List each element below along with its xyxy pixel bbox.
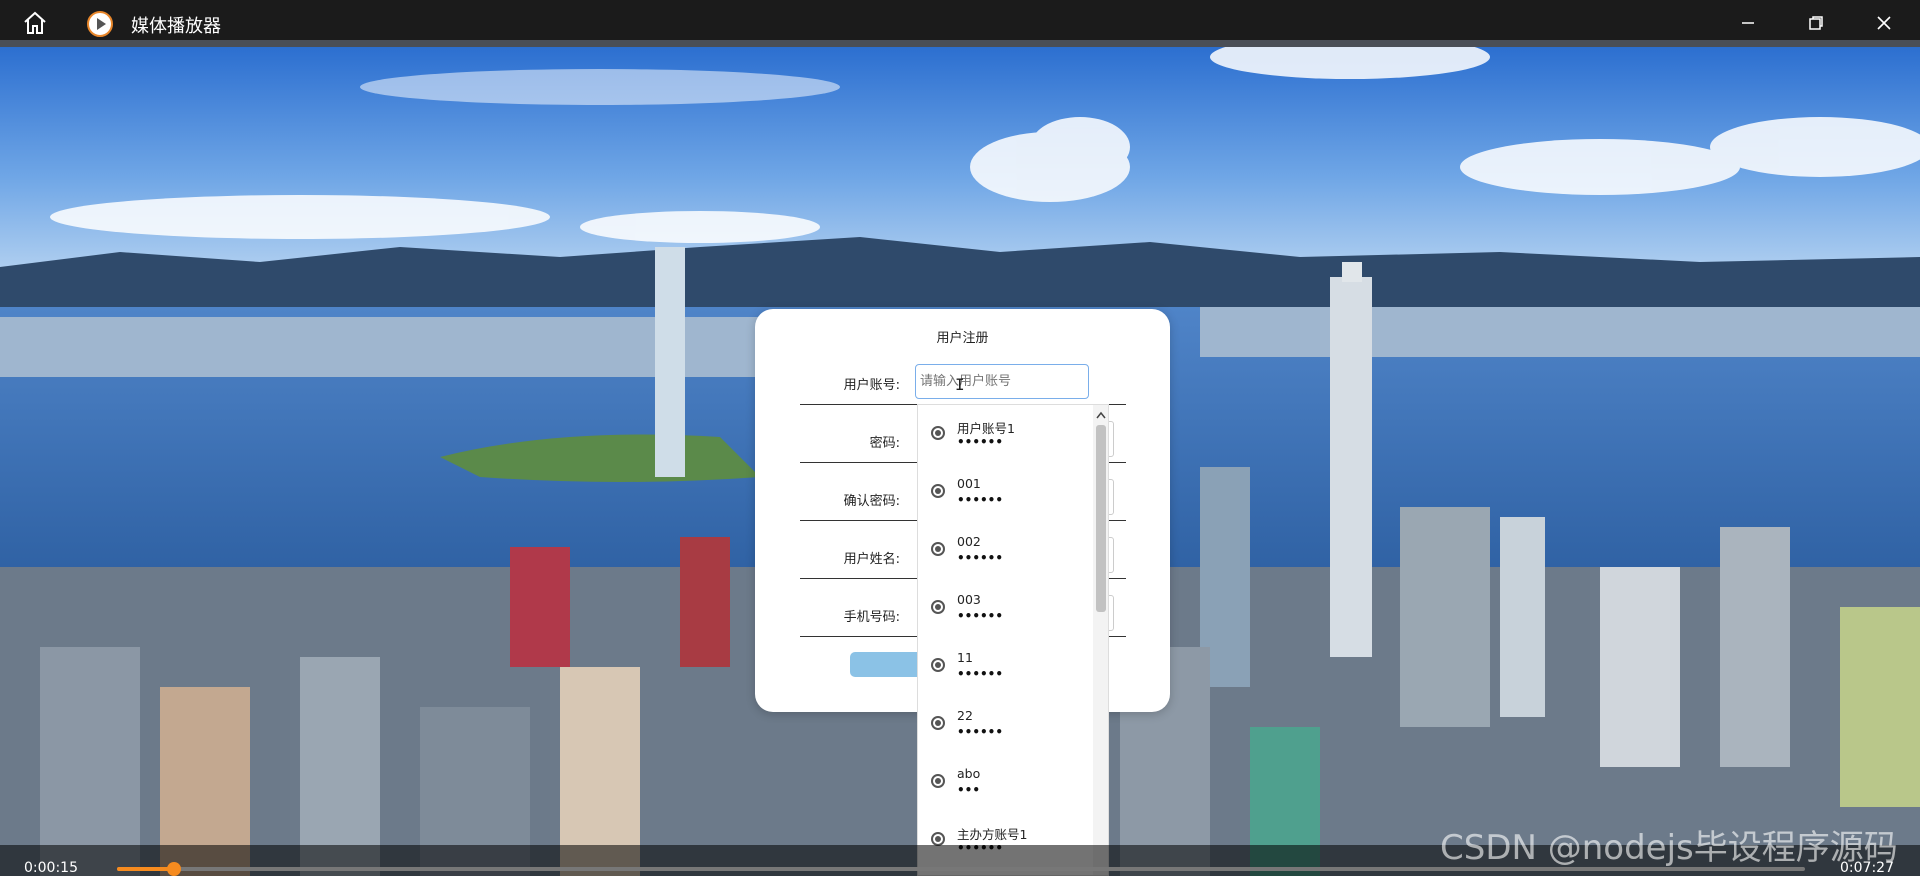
globe-icon xyxy=(931,658,945,672)
list-item-password: •••••• xyxy=(957,667,1004,681)
globe-icon xyxy=(931,716,945,730)
close-icon[interactable] xyxy=(1864,8,1904,38)
current-time: 0:00:15 xyxy=(24,860,78,876)
phone-label: 手机号码: xyxy=(843,610,900,625)
list-item-password: •••••• xyxy=(957,725,1004,739)
list-item[interactable]: 用户账号1 •••••• xyxy=(918,405,1090,463)
list-item[interactable]: 003 •••••• xyxy=(918,579,1090,637)
list-item[interactable]: 22 •••••• xyxy=(918,695,1090,753)
list-item-name: 002 xyxy=(957,534,981,549)
play-icon xyxy=(87,11,113,37)
globe-icon xyxy=(931,774,945,788)
title-divider xyxy=(0,40,1920,47)
list-item-name: abo xyxy=(957,766,981,781)
window-title: 媒体播放器 xyxy=(131,16,221,37)
list-item-name: 003 xyxy=(957,592,981,607)
submit-button[interactable] xyxy=(850,652,925,677)
name-label: 用户姓名: xyxy=(843,552,900,567)
list-item-name: 001 xyxy=(957,476,981,491)
confirm-password-label: 确认密码: xyxy=(843,494,900,509)
list-item-name: 11 xyxy=(957,650,973,665)
home-icon[interactable] xyxy=(22,11,48,35)
account-label: 用户账号: xyxy=(843,378,900,393)
progress-fill xyxy=(117,867,175,871)
account-input[interactable] xyxy=(915,364,1089,399)
minimize-icon[interactable] xyxy=(1728,8,1768,38)
globe-icon xyxy=(931,600,945,614)
scroll-up-icon[interactable] xyxy=(1093,409,1108,421)
restore-icon[interactable] xyxy=(1796,8,1836,38)
globe-icon xyxy=(931,426,945,440)
account-autocomplete-list[interactable]: 用户账号1 •••••• 001 •••••• 002 •••••• 003 •… xyxy=(917,404,1109,876)
watermark: CSDN @nodejs毕设程序源码 xyxy=(1440,828,1898,868)
list-item[interactable]: 002 •••••• xyxy=(918,521,1090,579)
dialog-title: 用户注册 xyxy=(936,331,989,346)
globe-icon xyxy=(931,832,945,846)
scrollbar-thumb[interactable] xyxy=(1096,425,1106,612)
progress-handle[interactable] xyxy=(167,862,182,876)
list-item[interactable]: 001 •••••• xyxy=(918,463,1090,521)
list-item-password: ••• xyxy=(957,783,981,797)
list-item-password: •••••• xyxy=(957,493,1004,507)
list-item-password: •••••• xyxy=(957,609,1004,623)
globe-icon xyxy=(931,484,945,498)
list-item[interactable]: abo ••• xyxy=(918,753,1090,811)
list-item[interactable]: 11 •••••• xyxy=(918,637,1090,695)
text-cursor-icon: I xyxy=(955,375,965,394)
password-label: 密码: xyxy=(869,436,900,451)
list-item-name: 22 xyxy=(957,708,973,723)
list-item-password: •••••• xyxy=(957,551,1004,565)
globe-icon xyxy=(931,542,945,556)
list-item-password: •••••• xyxy=(957,435,1004,449)
